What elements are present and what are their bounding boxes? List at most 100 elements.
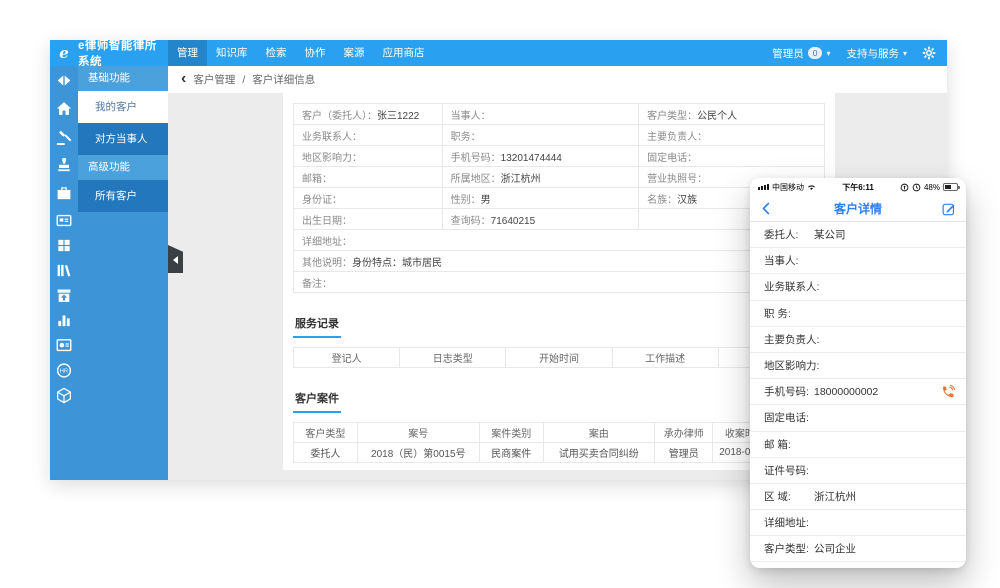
alarm-icon	[912, 183, 921, 192]
phone-overlay: 中国移动 下午6:11 48% 客户详情 委托人:某公司当事人:业务联系人:职 …	[750, 178, 966, 568]
battery-icon	[943, 183, 958, 191]
info-cell: 地区影响力：	[294, 146, 443, 167]
phone-field-row: 客户类型:公司企业	[750, 536, 966, 562]
notification-badge: 0	[808, 47, 823, 59]
info-cell: 职务：	[442, 125, 638, 146]
status-time: 下午6:11	[816, 182, 900, 193]
info-cell: 查询码：71640215	[442, 209, 638, 230]
user-menu[interactable]: 管理员 0 ▾	[766, 46, 836, 61]
home-icon[interactable]	[56, 100, 73, 117]
sidebar-item[interactable]: 我的客户	[78, 91, 168, 123]
top-nav-item[interactable]: 应用商店	[374, 40, 434, 66]
field-label: 委托人:	[764, 227, 798, 242]
top-bar: e e律师智能律所系统 管理知识库检索协作案源应用商店 管理员 0 ▾ 支持与服…	[50, 40, 947, 66]
column-header: 工作描述	[612, 348, 718, 368]
field-label: 客户类型：	[647, 111, 697, 122]
field-label: 客户类型:	[764, 541, 809, 556]
info-cell: 客户类型：公民个人	[639, 104, 825, 125]
table-header-row: 登记人日志类型开始时间工作描述公开状态	[294, 348, 825, 368]
column-header: 登记人	[294, 348, 400, 368]
column-header: 案号	[357, 423, 479, 443]
table-cell: 管理员	[655, 443, 713, 463]
info-cell: 固定电话：	[639, 146, 825, 167]
table-cell: 试用买卖合同纠纷	[543, 443, 655, 463]
signal-bars-icon	[758, 184, 769, 190]
sidebar-collapse-handle[interactable]	[168, 245, 183, 273]
clipped-row	[750, 562, 966, 568]
info-row: 邮箱：所属地区：浙江杭州营业执照号：	[294, 167, 825, 188]
hr-icon[interactable]: HR	[56, 362, 73, 379]
carrier-label: 中国移动	[772, 182, 804, 193]
collapse-icon[interactable]	[56, 72, 73, 89]
sidebar-item[interactable]: 所有客户	[78, 180, 168, 212]
field-label: 职务：	[451, 132, 481, 143]
user-label: 管理员	[772, 46, 804, 61]
call-icon[interactable]	[940, 384, 956, 400]
info-cell: 出生日期：	[294, 209, 443, 230]
topbar-right: 管理员 0 ▾ 支持与服务 ▾	[766, 45, 947, 61]
barchart-icon[interactable]	[56, 312, 73, 329]
archive-icon[interactable]	[56, 287, 73, 304]
sidebar-section-header: 高级功能	[78, 155, 168, 180]
grid-icon[interactable]	[56, 237, 73, 254]
table-row[interactable]: 委托人2018（民）第0015号民商案件试用买卖合同纠纷管理员2018-08-0…	[294, 443, 825, 463]
customer-info-grid: 客户（委托人）：张三1222当事人：客户类型：公民个人业务联系人：职务：主要负责…	[293, 103, 825, 293]
field-value: 浙江杭州	[814, 489, 856, 504]
field-label: 营业执照号：	[647, 174, 707, 185]
field-label: 主要负责人:	[764, 332, 819, 347]
breadcrumb-current: 客户详细信息	[252, 72, 315, 87]
breadcrumb-section[interactable]: 客户管理	[193, 72, 235, 87]
phone-field-row: 证件号码:	[750, 458, 966, 484]
back-chevron-icon[interactable]	[759, 201, 774, 216]
column-header: 客户类型	[294, 423, 358, 443]
top-nav-item[interactable]: 知识库	[207, 40, 257, 66]
field-value: 身份特点：城市居民	[352, 258, 442, 269]
edit-icon[interactable]	[941, 201, 957, 217]
top-nav-item[interactable]: 检索	[257, 40, 296, 66]
field-label: 邮箱：	[302, 174, 332, 185]
field-label: 性别：	[451, 195, 481, 206]
field-label: 手机号码:	[764, 384, 809, 399]
top-nav-item[interactable]: 案源	[335, 40, 374, 66]
cube-icon[interactable]	[56, 387, 73, 404]
briefcase-icon[interactable]	[56, 185, 73, 202]
top-nav-item[interactable]: 协作	[296, 40, 335, 66]
customer-cases-table: 客户类型案号案件类别案由承办律师收案时间结案委托人2018（民）第0015号民商…	[293, 422, 825, 463]
table-cell: 民商案件	[479, 443, 543, 463]
field-label: 业务联系人:	[764, 279, 819, 294]
phone-field-row: 邮 箱:	[750, 432, 966, 458]
phone-field-row: 固定电话:	[750, 405, 966, 431]
info-row: 客户（委托人）：张三1222当事人：客户类型：公民个人	[294, 104, 825, 125]
orientation-lock-icon	[900, 183, 909, 192]
field-label: 业务联系人：	[302, 132, 362, 143]
report-icon[interactable]	[56, 337, 73, 354]
top-nav-item[interactable]: 管理	[168, 40, 207, 66]
phone-status-bar: 中国移动 下午6:11 48%	[750, 178, 966, 196]
column-header: 日志类型	[400, 348, 506, 368]
gavel-icon[interactable]	[56, 129, 73, 146]
field-label: 详细地址:	[764, 515, 809, 530]
column-header: 开始时间	[506, 348, 612, 368]
info-cell: 身份证：	[294, 188, 443, 209]
field-value: 男	[481, 195, 491, 206]
breadcrumb: ‹ 客户管理 / 客户详细信息	[168, 66, 947, 93]
info-cell: 业务联系人：	[294, 125, 443, 146]
top-nav: 管理知识库检索协作案源应用商店	[168, 40, 434, 66]
gear-icon[interactable]	[921, 45, 937, 61]
back-chevron-icon[interactable]: ‹	[181, 71, 186, 87]
idcard-icon[interactable]	[56, 212, 73, 229]
page: e e律师智能律所系统 管理知识库检索协作案源应用商店 管理员 0 ▾ 支持与服…	[0, 0, 1000, 588]
field-label: 地区影响力：	[302, 153, 362, 164]
field-label: 所属地区：	[451, 174, 501, 185]
field-label: 身份证：	[302, 195, 342, 206]
phone-nav-bar: 客户详情	[750, 196, 966, 222]
support-menu[interactable]: 支持与服务 ▾	[840, 46, 913, 61]
library-icon[interactable]	[56, 262, 73, 279]
field-value: 某公司	[814, 227, 846, 242]
field-label: 其他说明：	[302, 258, 352, 269]
field-label: 固定电话:	[764, 410, 809, 425]
sidebar-item[interactable]: 对方当事人	[78, 123, 168, 155]
info-cell: 手机号码：13201474444	[442, 146, 638, 167]
sidebar-section-header: 基础功能	[78, 66, 168, 91]
stamp-icon[interactable]	[56, 157, 73, 174]
